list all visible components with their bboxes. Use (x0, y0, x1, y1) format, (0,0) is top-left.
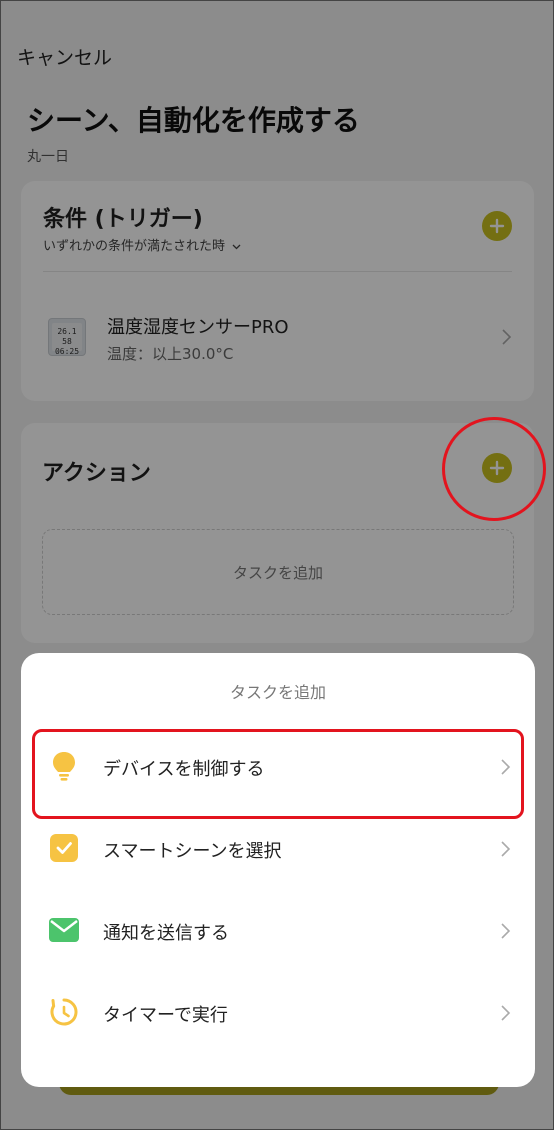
highlight-box (32, 729, 524, 819)
mail-icon (48, 914, 80, 946)
chevron-right-icon (501, 1005, 511, 1021)
item-label: 通知を送信する (103, 923, 229, 944)
timer-icon (48, 996, 80, 1028)
checkbox-icon (48, 832, 80, 864)
sheet-title: タスクを追加 (229, 683, 326, 702)
item-label: タイマーで実行 (103, 1005, 228, 1026)
send-notification-item[interactable]: 通知を送信する (21, 889, 535, 971)
highlight-circle (442, 417, 546, 521)
chevron-right-icon (501, 923, 511, 939)
chevron-right-icon (501, 841, 511, 857)
select-scene-item[interactable]: スマートシーンを選択 (21, 807, 535, 889)
item-label: スマートシーンを選択 (103, 841, 282, 862)
add-task-sheet: タスクを追加 デバイスを制御する スマートシーンを選択 通知を送信する タイマー… (21, 653, 535, 1087)
app-screen: キャンセル シーン、自動化を作成する 丸一日 条件 (トリガー) いずれかの条件… (0, 0, 554, 1130)
timer-run-item[interactable]: タイマーで実行 (21, 971, 535, 1053)
